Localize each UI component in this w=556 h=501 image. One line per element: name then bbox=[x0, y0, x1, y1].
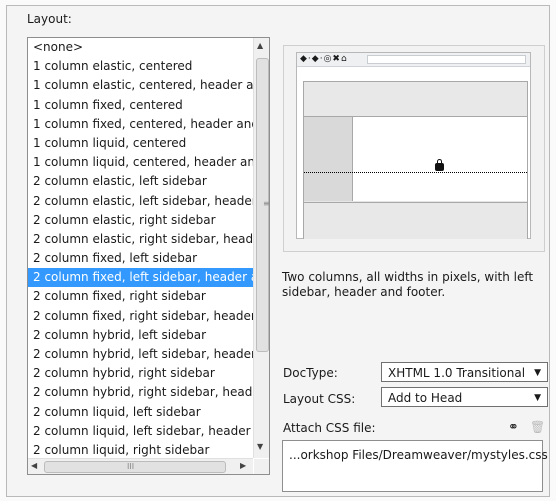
preview-browser-toolbar: ◆·◆·◎✖⌂ bbox=[297, 53, 530, 67]
layout-list[interactable]: <none> 1 column elastic, centered 1 column… bbox=[27, 37, 270, 475]
browser-nav-icons: ◆·◆·◎✖⌂ bbox=[300, 54, 348, 64]
layout-list-item[interactable]: 2 column liquid, left sidebar, header an bbox=[28, 422, 253, 441]
preview-footer-region bbox=[304, 202, 527, 239]
lock-icon bbox=[435, 159, 444, 171]
layout-css-label: Layout CSS: bbox=[283, 392, 356, 406]
layout-list-item[interactable]: 2 column elastic, left sidebar, header a bbox=[28, 192, 253, 211]
layout-list-item[interactable]: 1 column elastic, centered, header and bbox=[28, 76, 253, 95]
layout-list-item[interactable]: 1 column fixed, centered bbox=[28, 96, 253, 115]
vertical-scrollbar[interactable]: ▲ ≡ ▼ bbox=[253, 38, 269, 458]
layout-list-items: <none> 1 column elastic, centered 1 column… bbox=[28, 38, 253, 460]
doctype-value: XHTML 1.0 Transitional bbox=[388, 366, 526, 380]
layout-list-item[interactable]: 2 column hybrid, right sidebar bbox=[28, 364, 253, 383]
layout-list-item[interactable]: 2 column elastic, left sidebar bbox=[28, 172, 253, 191]
layout-list-item[interactable]: 2 column fixed, left sidebar, header an bbox=[28, 268, 253, 288]
layout-list-item[interactable]: 2 column fixed, right sidebar, header a bbox=[28, 307, 253, 326]
layout-list-item[interactable]: 1 column liquid, centered bbox=[28, 134, 253, 153]
preview-header-region bbox=[304, 82, 527, 117]
layout-css-select[interactable]: Add to Head ▼ bbox=[381, 387, 548, 407]
scroll-grip-icon: ≡ bbox=[263, 199, 270, 208]
preview-address-bar bbox=[367, 55, 526, 64]
scroll-up-icon[interactable]: ▲ bbox=[257, 41, 263, 50]
preview-width-line bbox=[304, 172, 527, 173]
scroll-down-icon[interactable]: ▼ bbox=[257, 442, 263, 451]
horizontal-scrollbar[interactable]: ◀ III ▶ bbox=[28, 458, 253, 474]
attach-css-label: Attach CSS file: bbox=[283, 421, 376, 435]
scroll-corner bbox=[254, 459, 269, 474]
trash-icon[interactable]: 🗑 bbox=[530, 420, 545, 434]
doctype-label: DocType: bbox=[283, 366, 338, 380]
link-icon[interactable]: ⚭ bbox=[508, 420, 519, 435]
attached-css-list[interactable]: ...orkshop Files/Dreamweaver/mystyles.cs… bbox=[282, 440, 548, 492]
horizontal-scroll-thumb[interactable]: III bbox=[44, 461, 226, 473]
hscroll-grip-icon: III bbox=[127, 462, 135, 471]
preview-sidebar-region bbox=[304, 117, 353, 201]
layout-list-item[interactable]: 1 column elastic, centered bbox=[28, 57, 253, 76]
layout-list-item[interactable]: 2 column elastic, right sidebar bbox=[28, 211, 253, 230]
layout-list-item[interactable]: 2 column fixed, right sidebar bbox=[28, 287, 253, 306]
layout-css-value: Add to Head bbox=[388, 391, 463, 405]
layout-label: Layout: bbox=[27, 12, 72, 26]
layout-list-item[interactable]: 2 column hybrid, right sidebar, header bbox=[28, 383, 253, 402]
preview-layout-diagram bbox=[303, 81, 528, 239]
layout-list-item[interactable]: 1 column liquid, centered, header and f bbox=[28, 153, 253, 172]
layout-description: Two columns, all widths in pixels, with … bbox=[282, 270, 534, 299]
scroll-right-icon[interactable]: ▶ bbox=[240, 461, 246, 470]
doctype-select[interactable]: XHTML 1.0 Transitional ▼ bbox=[381, 362, 548, 382]
chevron-down-icon: ▼ bbox=[534, 368, 541, 378]
chevron-down-icon: ▼ bbox=[534, 393, 541, 403]
layout-preview: ◆·◆·◎✖⌂ bbox=[283, 45, 545, 252]
vertical-scroll-thumb[interactable]: ≡ bbox=[256, 58, 269, 352]
layout-list-item[interactable]: 1 column fixed, centered, header and f bbox=[28, 115, 253, 134]
layout-list-item[interactable]: 2 column hybrid, left sidebar bbox=[28, 326, 253, 345]
attached-css-path[interactable]: ...orkshop Files/Dreamweaver/mystyles.cs… bbox=[289, 448, 548, 462]
layout-list-item[interactable]: 2 column hybrid, left sidebar, header a bbox=[28, 345, 253, 364]
layout-list-item[interactable]: 2 column fixed, left sidebar bbox=[28, 249, 253, 268]
layout-list-item[interactable]: <none> bbox=[28, 38, 253, 57]
layout-list-item[interactable]: 2 column elastic, right sidebar, header bbox=[28, 230, 253, 249]
scroll-left-icon[interactable]: ◀ bbox=[31, 461, 37, 470]
layout-list-item[interactable]: 2 column liquid, left sidebar bbox=[28, 403, 253, 422]
preview-browser-window: ◆·◆·◎✖⌂ bbox=[296, 52, 531, 239]
